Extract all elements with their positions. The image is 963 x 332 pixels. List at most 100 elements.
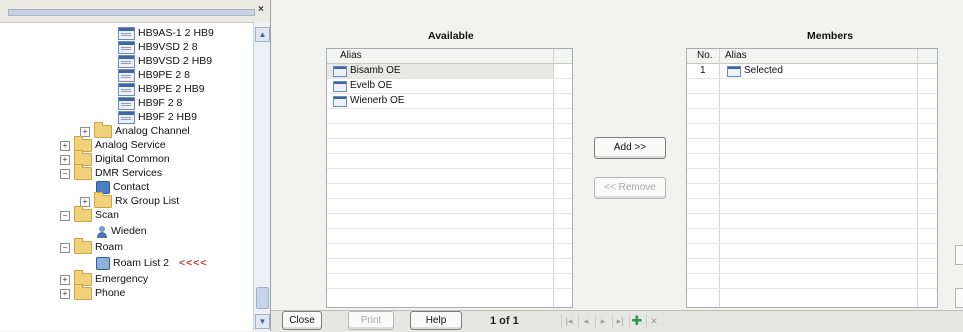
add-record-icon[interactable]: ✚ <box>629 314 644 328</box>
member-no[interactable]: 1 <box>700 64 706 78</box>
available-row[interactable]: Evelb OE <box>333 79 392 93</box>
row-line <box>687 288 937 289</box>
tree-item[interactable]: HB9F 2 HB9 <box>118 110 197 125</box>
row-line <box>327 258 572 259</box>
tree-item-label: Roam List 2 <box>113 257 170 269</box>
tree-item-roam-list-2[interactable]: Roam List 2 <<<< <box>96 256 208 271</box>
page-indicator: 1 of 1 <box>490 315 519 327</box>
row-line <box>327 228 572 229</box>
expand-icon[interactable]: + <box>60 140 70 151</box>
members-list[interactable]: No. Alias 1 Selected <box>686 48 938 308</box>
tree-scrollbar[interactable]: ▲ ▼ <box>253 22 270 331</box>
collapse-icon[interactable]: − <box>60 242 70 253</box>
member-row-label: Selected <box>744 65 783 76</box>
available-title: Available <box>428 30 474 42</box>
row-line <box>687 78 937 79</box>
tree-item-label: HB9VSD 2 HB9 <box>138 55 213 67</box>
remove-button[interactable]: << Remove <box>594 177 666 199</box>
tree-item-wieden[interactable]: Wieden <box>96 224 147 239</box>
prev-page-icon[interactable]: ◂ <box>578 314 593 328</box>
tree-item-analog-channel[interactable]: + Analog Channel <box>80 122 190 139</box>
available-alias-header[interactable]: Alias <box>340 49 362 63</box>
tree-item-scan[interactable]: − Scan <box>60 206 119 223</box>
collapse-icon[interactable]: − <box>60 210 70 221</box>
available-row-label: Evelb OE <box>350 80 393 91</box>
available-row[interactable]: Bisamb OE <box>333 64 401 78</box>
row-line <box>687 138 937 139</box>
row-line <box>327 273 572 274</box>
folder-icon <box>74 284 92 300</box>
row-line <box>327 183 572 184</box>
expand-icon[interactable]: + <box>80 196 90 207</box>
members-alias-header[interactable]: Alias <box>725 49 747 63</box>
tree-item-contact[interactable]: Contact <box>96 180 149 195</box>
close-button[interactable]: Close <box>282 311 322 330</box>
row-line <box>327 243 572 244</box>
expand-icon[interactable]: + <box>60 274 70 285</box>
channel-doc-icon <box>333 80 347 92</box>
member-editor: Available Members Alias Bisamb OE Evelb … <box>271 0 963 310</box>
tree-panel: × HB9AS-1 2 HB9 HB9VSD 2 8 HB9VSD 2 HB9 … <box>0 0 271 331</box>
close-icon[interactable]: × <box>258 4 264 15</box>
row-line <box>327 153 572 154</box>
help-button[interactable]: Help <box>410 311 462 330</box>
available-header: Alias <box>327 49 572 64</box>
member-row[interactable]: Selected <box>727 64 783 78</box>
tree-item[interactable]: HB9PE 2 8 <box>118 68 190 83</box>
expand-icon[interactable]: + <box>60 154 70 165</box>
scroll-up-icon[interactable]: ▲ <box>255 27 270 42</box>
row-line <box>687 108 937 109</box>
collapse-icon[interactable]: − <box>60 168 70 179</box>
available-list[interactable]: Alias Bisamb OE Evelb OE Wienerb OE <box>326 48 573 308</box>
print-button[interactable]: Print <box>348 311 394 330</box>
tree-item-label: HB9PE 2 8 <box>138 69 190 81</box>
tree-item-dmr-services[interactable]: − DMR Services <box>60 164 162 181</box>
tree-item-roam[interactable]: − Roam <box>60 238 123 255</box>
side-control[interactable] <box>955 245 963 265</box>
tree-item[interactable]: HB9PE 2 HB9 <box>118 82 205 97</box>
folder-icon <box>94 122 112 138</box>
bottom-toolbar: Close Print Help 1 of 1 |◂ ◂ ▸ ▸| ✚ ✕ <box>271 310 963 332</box>
next-page-icon[interactable]: ▸ <box>595 314 610 328</box>
side-control[interactable] <box>955 288 963 308</box>
scroll-down-icon[interactable]: ▼ <box>255 314 270 329</box>
scroll-thumb[interactable] <box>256 287 269 309</box>
expand-icon[interactable]: + <box>60 288 70 299</box>
tree-item-label: HB9F 2 HB9 <box>138 111 197 123</box>
tree-item-label: Analog Service <box>95 139 166 151</box>
row-line <box>687 153 937 154</box>
channel-doc-icon <box>118 69 135 82</box>
row-line <box>327 168 572 169</box>
folder-icon <box>94 192 112 208</box>
tree-item-phone[interactable]: + Phone <box>60 284 125 301</box>
delete-record-icon[interactable]: ✕ <box>646 314 661 328</box>
row-line <box>687 123 937 124</box>
row-line <box>327 213 572 214</box>
tree-item-rx-group-list[interactable]: + Rx Group List <box>80 192 179 209</box>
tree-header-bar: × <box>0 0 270 23</box>
tree-item[interactable]: HB9VSD 2 HB9 <box>118 54 212 69</box>
members-no-header[interactable]: No. <box>697 49 713 63</box>
members-header: No. Alias <box>687 49 937 64</box>
last-page-icon[interactable]: ▸| <box>612 314 627 328</box>
tree-item-label: Analog Channel <box>115 125 190 137</box>
first-page-icon[interactable]: |◂ <box>561 314 576 328</box>
expand-icon[interactable]: + <box>80 126 90 137</box>
tree-item-label: HB9AS-1 2 HB9 <box>138 27 214 39</box>
tree-item[interactable]: HB9AS-1 2 HB9 <box>118 26 214 41</box>
tree-item-label: HB9PE 2 HB9 <box>138 83 205 95</box>
available-row[interactable]: Wienerb OE <box>333 94 404 108</box>
tree-item[interactable]: HB9F 2 8 <box>118 96 182 111</box>
add-button[interactable]: Add >> <box>594 137 666 159</box>
tree-item-label: Wieden <box>111 225 147 237</box>
row-line <box>687 183 937 184</box>
channel-doc-icon <box>118 41 135 54</box>
row-line <box>327 288 572 289</box>
members-title: Members <box>807 30 854 42</box>
tree-item-label: HB9F 2 8 <box>138 97 183 109</box>
row-line <box>327 138 572 139</box>
row-line <box>327 198 572 199</box>
tree-item[interactable]: HB9VSD 2 8 <box>118 40 198 55</box>
channel-doc-icon <box>118 55 135 68</box>
folder-icon <box>74 164 92 180</box>
